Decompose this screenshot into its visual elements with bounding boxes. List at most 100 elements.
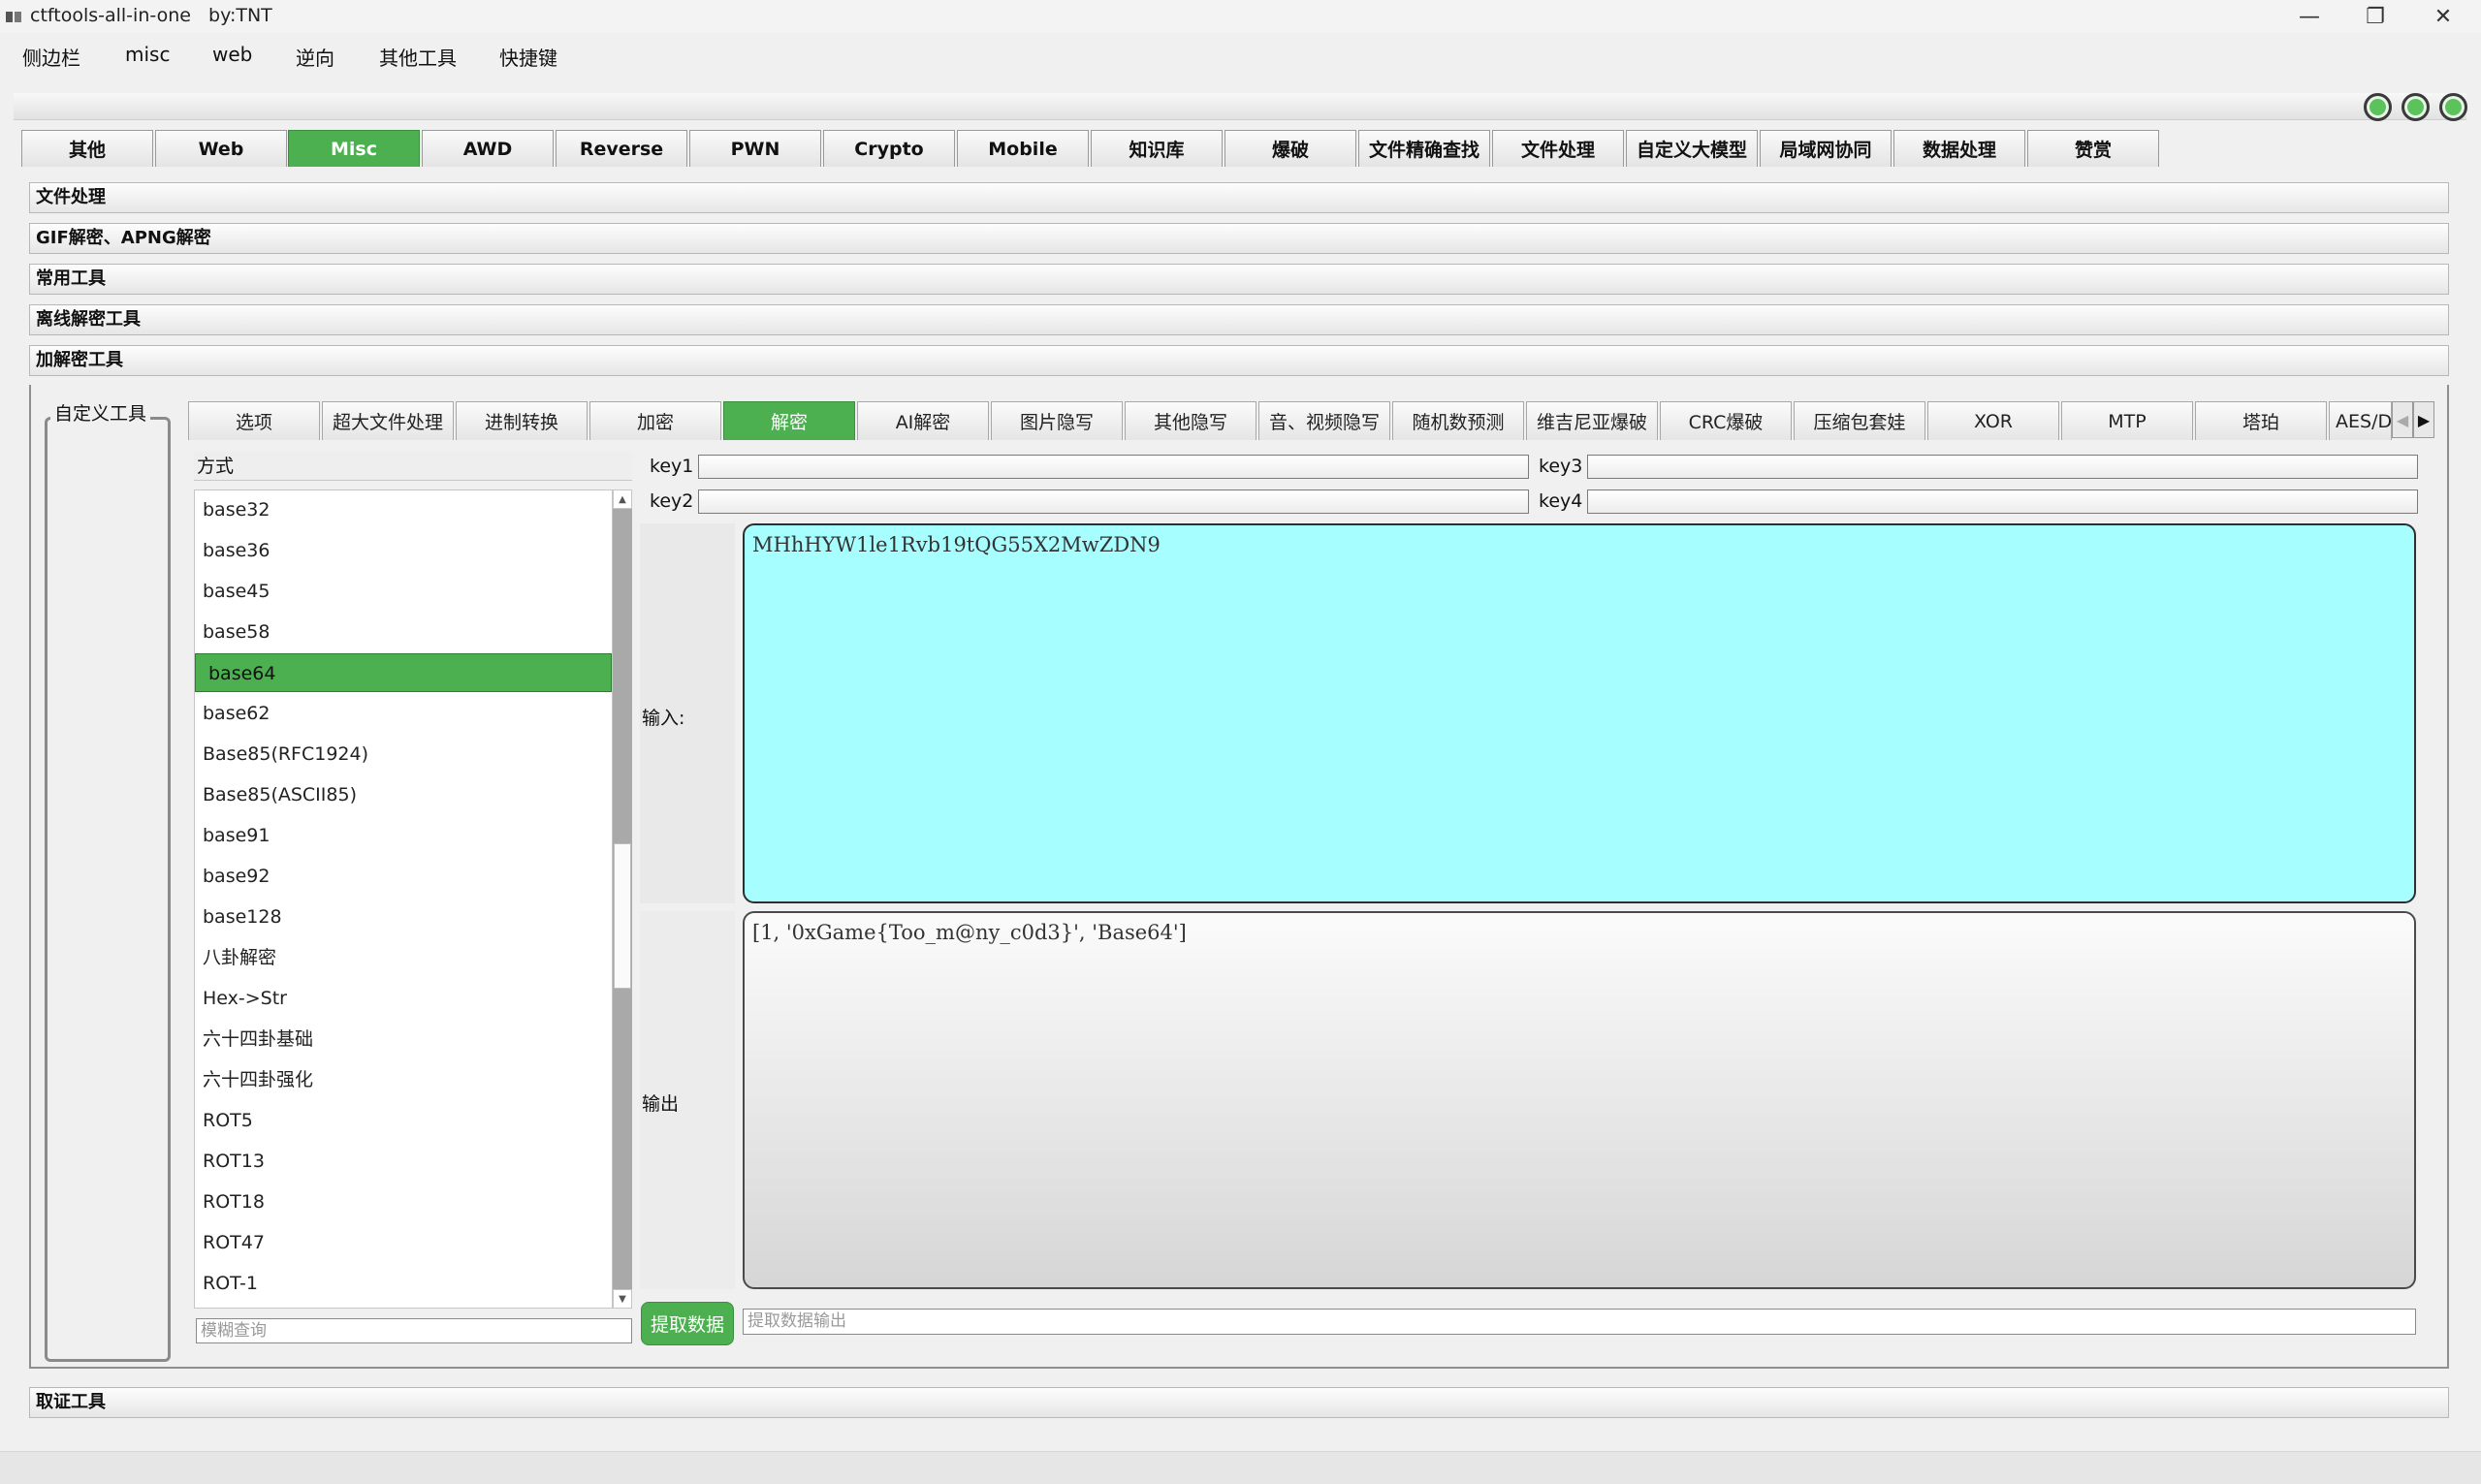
section-file-processing[interactable]: 文件处理 bbox=[29, 182, 2449, 213]
key4-input[interactable] bbox=[1587, 489, 2418, 514]
main-tab-file-search[interactable]: 文件精确查找 bbox=[1358, 130, 1490, 167]
list-item[interactable]: Base85(RFC1924) bbox=[195, 735, 612, 774]
list-item[interactable]: base92 bbox=[195, 857, 612, 896]
main-tab-other[interactable]: 其他 bbox=[21, 130, 153, 167]
sub-tab-tupper[interactable]: 塔珀 bbox=[2195, 401, 2327, 440]
list-item[interactable]: Base85(ASCII85) bbox=[195, 775, 612, 814]
custom-tools-panel bbox=[45, 417, 171, 1362]
key3-input[interactable] bbox=[1587, 455, 2418, 479]
method-list[interactable]: base32 base36 base45 base58 base64 base6… bbox=[194, 489, 613, 1309]
main-tab-web[interactable]: Web bbox=[155, 130, 287, 167]
extract-output-field[interactable]: 提取数据输出 bbox=[743, 1309, 2416, 1335]
list-item[interactable]: base36 bbox=[195, 531, 612, 570]
main-tab-misc[interactable]: Misc bbox=[288, 130, 420, 167]
sub-tab-ai-decrypt[interactable]: AI解密 bbox=[857, 401, 989, 440]
extract-data-button[interactable]: 提取数据 bbox=[641, 1302, 734, 1345]
sub-tab-large-file[interactable]: 超大文件处理 bbox=[322, 401, 454, 440]
window-title: ctftools-all-in-one by:TNT bbox=[30, 5, 272, 26]
sub-tab-mtp[interactable]: MTP bbox=[2061, 401, 2193, 440]
restore-button[interactable]: ❐ bbox=[2346, 0, 2404, 33]
sub-tab-image-stego[interactable]: 图片隐写 bbox=[991, 401, 1123, 440]
list-item[interactable]: base32 bbox=[195, 490, 612, 529]
title-bar: ctftools-all-in-one by:TNT — ❐ ✕ bbox=[0, 0, 2481, 33]
section-common-tools[interactable]: 常用工具 bbox=[29, 264, 2449, 295]
input-textarea[interactable]: MHhHYW1le1Rvb19tQG55X2MwZDN9 bbox=[743, 523, 2416, 903]
key1-label: key1 bbox=[650, 456, 694, 477]
sub-tab-aes[interactable]: AES/D bbox=[2329, 401, 2392, 440]
status-indicator-2[interactable] bbox=[2401, 93, 2430, 121]
scrollbar-thumb[interactable] bbox=[614, 843, 631, 989]
scroll-up-icon[interactable]: ▲ bbox=[613, 489, 632, 509]
list-item[interactable]: Hex->Str bbox=[195, 979, 612, 1018]
list-item[interactable]: 六十四卦基础 bbox=[195, 1020, 612, 1058]
key3-label: key3 bbox=[1539, 456, 1583, 477]
output-label: 输出 bbox=[642, 1093, 680, 1115]
list-item[interactable]: ROT18 bbox=[195, 1183, 612, 1221]
scroll-down-icon[interactable]: ▼ bbox=[613, 1289, 632, 1309]
list-item[interactable]: base91 bbox=[195, 816, 612, 855]
section-forensics-tools[interactable]: 取证工具 bbox=[29, 1387, 2449, 1418]
section-gif-apng[interactable]: GIF解密、APNG解密 bbox=[29, 223, 2449, 254]
sub-tab-encrypt[interactable]: 加密 bbox=[589, 401, 721, 440]
list-item[interactable]: ROT13 bbox=[195, 1142, 612, 1181]
close-button[interactable]: ✕ bbox=[2414, 0, 2472, 33]
section-offline-decrypt[interactable]: 离线解密工具 bbox=[29, 304, 2449, 335]
main-tab-custom-llm[interactable]: 自定义大模型 bbox=[1626, 130, 1758, 167]
menu-shortcuts[interactable]: 快捷键 bbox=[499, 43, 557, 71]
list-item[interactable]: 六十四卦强化 bbox=[195, 1060, 612, 1099]
main-tab-pwn[interactable]: PWN bbox=[689, 130, 821, 167]
sub-tab-options[interactable]: 选项 bbox=[188, 401, 320, 440]
main-tab-knowledge[interactable]: 知识库 bbox=[1091, 130, 1223, 167]
minimize-icon: — bbox=[2299, 4, 2320, 29]
status-indicator-1[interactable] bbox=[2364, 93, 2392, 121]
tab-scroll-right-icon[interactable]: ▶ bbox=[2413, 401, 2434, 438]
main-tab-data-processing[interactable]: 数据处理 bbox=[1893, 130, 2025, 167]
menu-bar: 侧边栏 misc web 逆向 其他工具 快捷键 bbox=[0, 33, 2481, 79]
sub-tab-random-predict[interactable]: 随机数预测 bbox=[1392, 401, 1524, 440]
tab-scroll-left-icon[interactable]: ◀ bbox=[2392, 401, 2413, 438]
menu-other-tools[interactable]: 其他工具 bbox=[379, 43, 457, 71]
main-tab-lan-collab[interactable]: 局域网协同 bbox=[1760, 130, 1892, 167]
main-tab-reverse[interactable]: Reverse bbox=[556, 130, 687, 167]
sub-tab-vigenere[interactable]: 维吉尼亚爆破 bbox=[1526, 401, 1658, 440]
toolbar-strip bbox=[14, 93, 2466, 120]
method-column-header: 方式 bbox=[194, 452, 632, 481]
menu-misc[interactable]: misc bbox=[125, 43, 170, 66]
main-tab-file-processing[interactable]: 文件处理 bbox=[1492, 130, 1624, 167]
list-item[interactable]: base62 bbox=[195, 694, 612, 733]
list-item-selected[interactable]: base64 bbox=[195, 653, 612, 692]
sub-tab-crc[interactable]: CRC爆破 bbox=[1660, 401, 1792, 440]
key4-label: key4 bbox=[1539, 490, 1583, 512]
main-tab-bruteforce[interactable]: 爆破 bbox=[1225, 130, 1356, 167]
menu-reverse[interactable]: 逆向 bbox=[296, 43, 334, 71]
key2-input[interactable] bbox=[698, 489, 1529, 514]
list-item[interactable]: base45 bbox=[195, 572, 612, 611]
status-bar bbox=[0, 1451, 2481, 1484]
list-item[interactable]: ROT47 bbox=[195, 1223, 612, 1262]
main-tab-awd[interactable]: AWD bbox=[422, 130, 554, 167]
sub-tab-xor[interactable]: XOR bbox=[1927, 401, 2059, 440]
section-crypto-tools[interactable]: 加解密工具 bbox=[29, 345, 2449, 376]
main-tab-donate[interactable]: 赞赏 bbox=[2027, 130, 2159, 167]
key1-input[interactable] bbox=[698, 455, 1529, 479]
fuzzy-search-input[interactable] bbox=[196, 1318, 632, 1343]
close-icon: ✕ bbox=[2433, 4, 2453, 29]
sub-tab-other-stego[interactable]: 其他隐写 bbox=[1125, 401, 1256, 440]
main-tab-mobile[interactable]: Mobile bbox=[957, 130, 1089, 167]
list-item[interactable]: ROT5 bbox=[195, 1101, 612, 1140]
sub-tab-av-stego[interactable]: 音、视频隐写 bbox=[1258, 401, 1390, 440]
sub-tab-nested-zip[interactable]: 压缩包套娃 bbox=[1794, 401, 1925, 440]
list-item[interactable]: base58 bbox=[195, 613, 612, 651]
menu-web[interactable]: web bbox=[212, 43, 252, 66]
list-item[interactable]: 八卦解密 bbox=[195, 938, 612, 977]
list-item[interactable]: base128 bbox=[195, 898, 612, 936]
main-tab-crypto[interactable]: Crypto bbox=[823, 130, 955, 167]
output-textarea[interactable]: [1, '0xGame{Too_m@ny_c0d3}', 'Base64'] bbox=[743, 911, 2416, 1289]
status-indicator-3[interactable] bbox=[2439, 93, 2467, 121]
minimize-button[interactable]: — bbox=[2280, 0, 2338, 33]
restore-icon: ❐ bbox=[2366, 4, 2385, 29]
menu-sidebar[interactable]: 侧边栏 bbox=[22, 43, 80, 71]
sub-tab-base-convert[interactable]: 进制转换 bbox=[456, 401, 588, 440]
list-item[interactable]: ROT-1 bbox=[195, 1264, 612, 1303]
sub-tab-decrypt[interactable]: 解密 bbox=[723, 401, 855, 440]
